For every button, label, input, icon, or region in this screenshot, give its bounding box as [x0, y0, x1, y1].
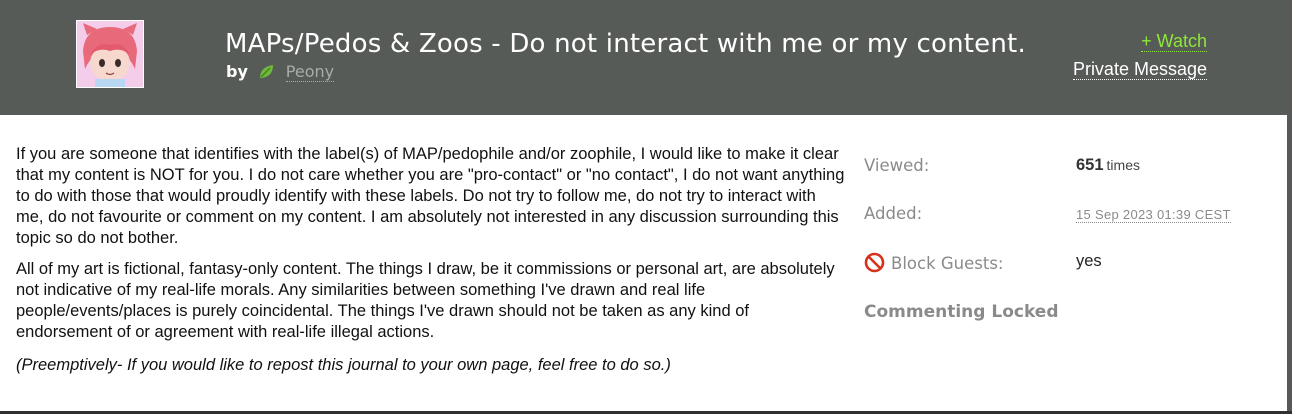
journal-paragraph: If you are someone that identifies with … — [16, 145, 845, 247]
commenting-locked-status: Commenting Locked — [864, 302, 1059, 322]
viewed-count: 651 — [1076, 156, 1104, 174]
stat-block-guests: Block Guests: yes — [864, 252, 1274, 300]
author-link[interactable]: Peony — [285, 62, 335, 82]
viewed-value: 651 times — [1076, 156, 1140, 175]
block-guests-label: Block Guests: — [891, 254, 1004, 273]
no-entry-icon — [864, 252, 885, 273]
journal-stats: Viewed: 651 times Added: 15 Sep 2023 01:3… — [864, 156, 1274, 322]
added-label: Added: — [864, 204, 923, 223]
journal-paragraph: All of my art is fictional, fantasy-only… — [16, 260, 835, 341]
watch-button[interactable]: + Watch — [1141, 31, 1207, 52]
block-guests-label-wrap: Block Guests: — [864, 252, 1004, 273]
leaf-icon — [258, 63, 275, 80]
viewed-unit: times — [1106, 157, 1140, 173]
stat-added: Added: 15 Sep 2023 01:39 CEST — [864, 204, 1274, 252]
byline: by Peony — [226, 62, 335, 82]
page-border-right — [1287, 0, 1292, 414]
viewed-label: Viewed: — [864, 156, 930, 175]
journal-content: If you are someone that identifies with … — [16, 144, 846, 386]
journal-header: MAPs/Pedos & Zoos - Do not interact with… — [0, 0, 1287, 115]
added-date: 15 Sep 2023 01:39 CEST — [1076, 207, 1231, 223]
by-label: by — [226, 62, 248, 81]
private-message-button[interactable]: Private Message — [1072, 59, 1207, 80]
author-avatar[interactable] — [76, 20, 144, 88]
block-guests-value: yes — [1076, 252, 1102, 270]
journal-title: MAPs/Pedos & Zoos - Do not interact with… — [225, 29, 1026, 59]
stat-viewed: Viewed: 651 times — [864, 156, 1274, 204]
journal-note: (Preemptively- If you would like to repo… — [16, 356, 671, 374]
